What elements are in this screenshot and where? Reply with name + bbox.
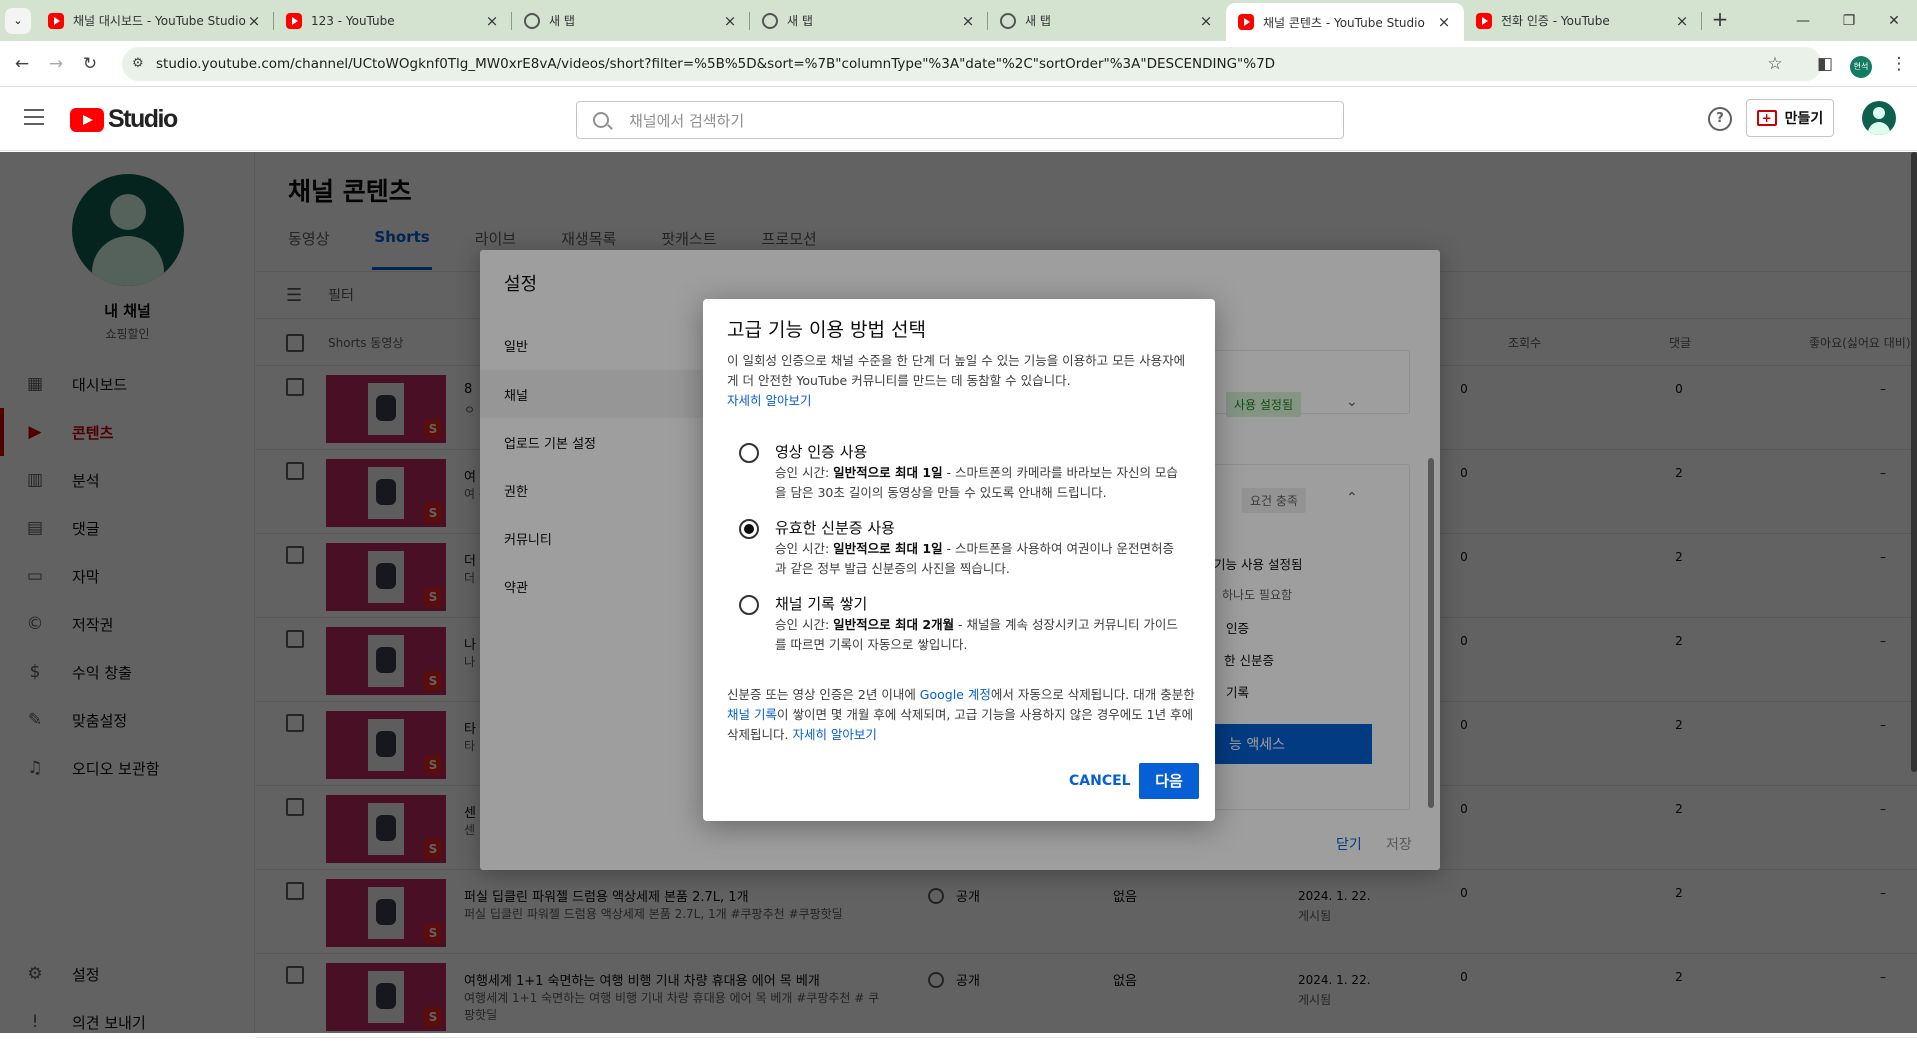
close-icon[interactable]: × (722, 12, 738, 30)
close-icon[interactable]: × (960, 12, 976, 30)
next-button[interactable]: 다음 (1139, 763, 1199, 799)
google-account-link[interactable]: Google 계정 (920, 687, 991, 702)
studio-header: Studio 채널에서 검색하기 ? + 만들기 (0, 87, 1917, 151)
option-label: 유효한 신분증 사용 (775, 519, 895, 537)
browser-tab[interactable]: 새 탭 × (750, 0, 988, 41)
close-icon[interactable]: × (1436, 13, 1452, 31)
learn-more-link[interactable]: 자세히 알아보기 (727, 393, 811, 408)
tab-title: 새 탭 (549, 14, 575, 28)
logo-text: Studio (108, 105, 178, 133)
approval-time: 일반적으로 최대 1일 (833, 541, 943, 556)
url-field[interactable]: ⚙ studio.youtube.com/channel/UCtoWOgknf0… (122, 47, 1822, 81)
youtube-favicon (286, 12, 302, 29)
advanced-features-dialog: 고급 기능 이용 방법 선택 이 일회성 인증으로 채널 수준을 한 단계 더 … (703, 299, 1215, 821)
new-tab-button[interactable]: + (1702, 0, 1738, 41)
option-video-verification[interactable]: 영상 인증 사용 승인 시간: 일반적으로 최대 1일 - 스마트폰의 카메라를… (739, 441, 1189, 501)
option-valid-id[interactable]: 유효한 신분증 사용 승인 시간: 일반적으로 최대 1일 - 스마트폰을 사용… (739, 517, 1189, 577)
browser-tab[interactable]: 새 탭 × (512, 0, 750, 41)
profile-initials: 현석 (1850, 56, 1872, 78)
create-label: 만들기 (1784, 111, 1824, 127)
radio-button[interactable] (739, 595, 759, 615)
option-description: 승인 시간: 일반적으로 최대 1일 - 스마트폰을 사용하여 여권이나 운전면… (775, 539, 1185, 579)
reload-icon[interactable]: ↻ (78, 52, 102, 76)
browser-tab[interactable]: 채널 대시보드 - YouTube Studio × (36, 0, 274, 41)
youtube-favicon (1238, 14, 1254, 30)
back-arrow-icon[interactable]: ← (10, 52, 34, 76)
bookmark-star-icon[interactable]: ☆ (1763, 52, 1787, 76)
footer-text: 에서 자동으로 삭제됩니다. 대개 충분한 (990, 687, 1195, 702)
account-avatar[interactable] (1862, 101, 1896, 135)
tab-title: 새 탭 (1025, 14, 1051, 28)
globe-icon (524, 12, 540, 29)
tab-title: 채널 콘텐츠 - YouTube Studio (1263, 15, 1425, 30)
address-bar-row: ← → ↻ ⚙ studio.youtube.com/channel/UCtoW… (0, 41, 1917, 87)
profile-avatar[interactable]: 현석 (1849, 52, 1873, 78)
option-description: 승인 시간: 일반적으로 최대 1일 - 스마트폰의 카메라를 바라보는 자신의… (775, 463, 1185, 503)
search-placeholder: 채널에서 검색하기 (629, 111, 745, 130)
dialog-title: 고급 기능 이용 방법 선택 (727, 319, 926, 341)
studio-logo[interactable]: Studio (70, 105, 178, 134)
footer-text: 신분증 또는 영상 인증은 2년 이내에 (727, 687, 920, 702)
url-text: studio.youtube.com/channel/UCtoWOgknf0Tl… (156, 56, 1276, 72)
channel-history-link[interactable]: 채널 기록 (727, 707, 777, 722)
close-icon[interactable]: × (1198, 12, 1214, 30)
globe-icon (762, 12, 778, 29)
browser-tab-active[interactable]: 채널 콘텐츠 - YouTube Studio × (1226, 3, 1464, 41)
tab-title: 123 - YouTube (311, 13, 395, 28)
intro-text: 이 일회성 인증으로 채널 수준을 한 단계 더 높일 수 있는 기능을 이용하… (727, 353, 1186, 388)
time-prefix: 승인 시간: (775, 617, 834, 632)
browser-menu-icon[interactable]: ⋮ (1887, 52, 1911, 76)
option-label: 영상 인증 사용 (775, 443, 868, 461)
tab-title: 전화 인증 - YouTube (1501, 14, 1610, 28)
restore-button[interactable]: ❐ (1826, 0, 1872, 41)
tab-title: 새 탭 (787, 14, 813, 28)
forward-arrow-icon[interactable]: → (44, 52, 68, 76)
approval-time: 일반적으로 최대 1일 (833, 465, 943, 480)
youtube-favicon (48, 12, 64, 29)
learn-more-link[interactable]: 자세히 알아보기 (792, 727, 876, 742)
option-label: 채널 기록 쌓기 (775, 595, 868, 613)
chevron-down-icon: ⌄ (5, 7, 31, 34)
create-video-icon: + (1756, 110, 1777, 126)
cancel-button[interactable]: CANCEL (1063, 769, 1137, 793)
time-prefix: 승인 시간: (775, 465, 834, 480)
dialog-intro: 이 일회성 인증으로 채널 수준을 한 단계 더 높일 수 있는 기능을 이용하… (727, 351, 1191, 411)
dialog-footer-note: 신분증 또는 영상 인증은 2년 이내에 Google 계정에서 자동으로 삭제… (727, 685, 1197, 745)
option-description: 승인 시간: 일반적으로 최대 2개월 - 채널을 계속 성장시키고 커뮤니티 … (775, 615, 1185, 655)
help-icon[interactable]: ? (1708, 107, 1732, 131)
option-channel-history[interactable]: 채널 기록 쌓기 승인 시간: 일반적으로 최대 2개월 - 채널을 계속 성장… (739, 593, 1189, 653)
tab-search-button[interactable]: ⌄ (0, 0, 36, 41)
globe-icon (1000, 12, 1016, 29)
tab-title: 채널 대시보드 - YouTube Studio (73, 14, 246, 28)
browser-tab[interactable]: 123 - YouTube × (274, 0, 512, 41)
channel-search-input[interactable]: 채널에서 검색하기 (576, 101, 1344, 139)
close-icon[interactable]: × (246, 12, 262, 30)
time-prefix: 승인 시간: (775, 541, 834, 556)
hamburger-menu-icon[interactable] (24, 109, 44, 125)
youtube-favicon (1476, 12, 1492, 29)
minimize-button[interactable]: — (1780, 0, 1826, 41)
close-window-button[interactable]: ✕ (1871, 0, 1917, 41)
site-info-icon[interactable]: ⚙ (132, 56, 144, 71)
approval-time: 일반적으로 최대 2개월 (833, 617, 955, 632)
create-button[interactable]: + 만들기 (1746, 99, 1834, 137)
browser-tab[interactable]: 전화 인증 - YouTube × (1464, 0, 1702, 41)
browser-tab[interactable]: 새 탭 × (988, 0, 1226, 41)
radio-button-selected[interactable] (739, 519, 759, 539)
search-icon (593, 112, 609, 128)
close-icon[interactable]: × (484, 12, 500, 30)
youtube-play-logo-icon (70, 107, 104, 132)
close-icon[interactable]: × (1674, 12, 1690, 30)
side-panel-icon[interactable]: ◧ (1813, 52, 1837, 76)
browser-tab-bar: ⌄ 채널 대시보드 - YouTube Studio × 123 - YouTub… (0, 0, 1917, 41)
radio-button[interactable] (739, 443, 759, 463)
